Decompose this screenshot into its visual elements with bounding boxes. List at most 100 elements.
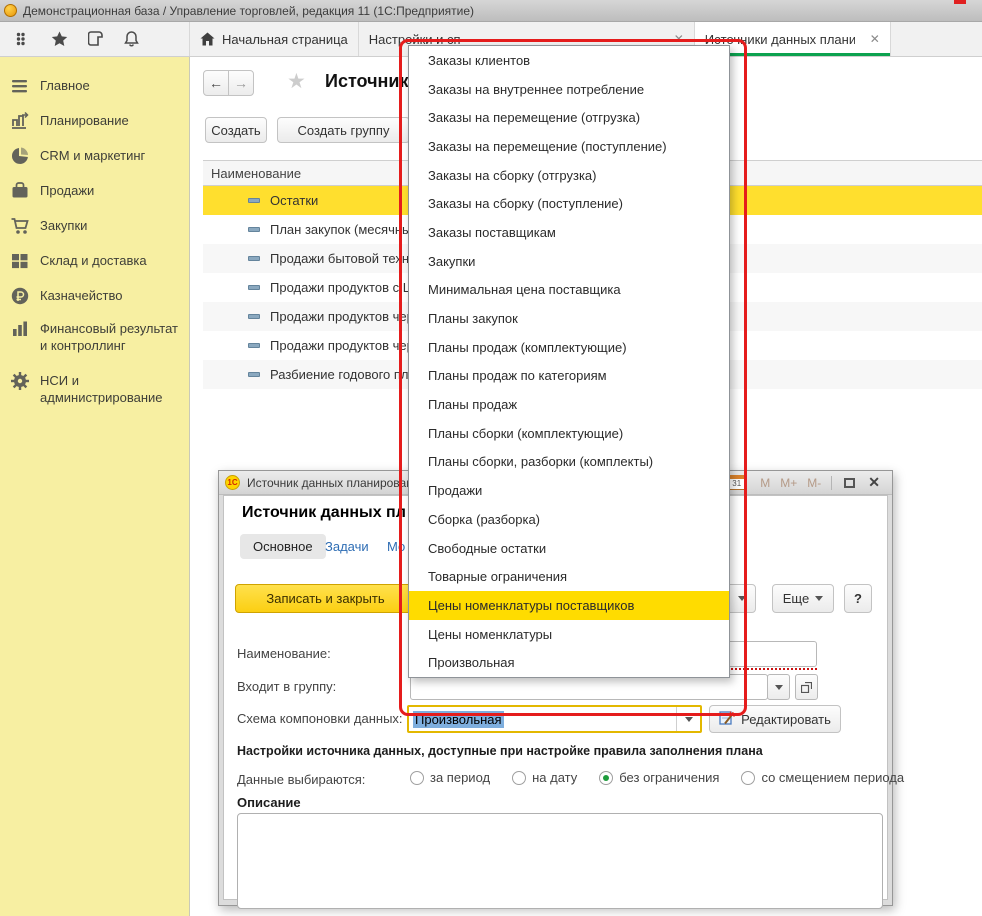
schema-combo[interactable]: Произвольная bbox=[407, 705, 702, 733]
data-source-dropdown-list: Заказы клиентов Заказы на внутреннее пот… bbox=[408, 45, 730, 678]
dropdown-item[interactable]: Планы сборки, разборки (комплекты) bbox=[409, 448, 729, 477]
split-button-arrow[interactable] bbox=[728, 584, 756, 613]
close-icon[interactable]: ✕ bbox=[868, 474, 880, 491]
favorite-star-icon[interactable]: ★ bbox=[287, 69, 306, 94]
dropdown-item[interactable]: Минимальная цена поставщика bbox=[409, 276, 729, 305]
dropdown-item[interactable]: Планы закупок bbox=[409, 304, 729, 333]
dropdown-item[interactable]: Товарные ограничения bbox=[409, 562, 729, 591]
tab-close-icon[interactable]: ✕ bbox=[674, 32, 684, 46]
dropdown-item[interactable]: Заказы на внутреннее потребление bbox=[409, 75, 729, 104]
favorites-star-icon[interactable] bbox=[50, 30, 68, 48]
sidebar-item-label: Главное bbox=[40, 77, 90, 94]
create-button[interactable]: Создать bbox=[205, 117, 267, 143]
memory-plus-button[interactable]: M+ bbox=[780, 476, 797, 490]
description-textarea[interactable] bbox=[237, 813, 883, 909]
sidebar-item-planning[interactable]: Планирование bbox=[10, 112, 182, 131]
dropdown-item[interactable]: Планы продаж bbox=[409, 390, 729, 419]
dropdown-item[interactable]: Продажи bbox=[409, 476, 729, 505]
open-window-icon bbox=[801, 682, 812, 693]
row-label: Продажи бытовой техни bbox=[270, 251, 416, 266]
quick-access-toolbar bbox=[0, 22, 190, 56]
dropdown-item[interactable]: Заказы на перемещение (отгрузка) bbox=[409, 103, 729, 132]
dropdown-item[interactable]: Планы продаж по категориям bbox=[409, 362, 729, 391]
list-element-icon bbox=[248, 343, 260, 348]
notifications-bell-icon[interactable] bbox=[122, 30, 140, 48]
dropdown-item[interactable]: Планы продаж (комплектующие) bbox=[409, 333, 729, 362]
list-element-icon bbox=[248, 285, 260, 290]
separator bbox=[831, 476, 832, 490]
maximize-icon[interactable] bbox=[844, 478, 855, 488]
sidebar-item-purchases[interactable]: Закупки bbox=[10, 217, 182, 236]
dropdown-item[interactable]: Произвольная bbox=[409, 648, 729, 677]
sidebar-item-label: Закупки bbox=[40, 217, 87, 234]
tab-main-chip[interactable]: Основное bbox=[240, 534, 326, 559]
group-dropdown-button[interactable] bbox=[767, 674, 790, 700]
application-window: Демонстрационная база / Управление торго… bbox=[0, 0, 982, 916]
chevron-down-icon bbox=[738, 596, 746, 601]
dropdown-item[interactable]: Закупки bbox=[409, 247, 729, 276]
dropdown-item[interactable]: Цены номенклатуры bbox=[409, 620, 729, 649]
chevron-down-icon bbox=[815, 596, 823, 601]
list-element-icon bbox=[248, 198, 260, 203]
sidebar-item-treasury[interactable]: Казначейство bbox=[10, 287, 182, 306]
row-label: Продажи продуктов чер bbox=[270, 338, 414, 353]
cart-icon bbox=[10, 216, 30, 236]
tab-close-icon[interactable]: ✕ bbox=[870, 32, 880, 46]
dropdown-item[interactable]: Заказы клиентов bbox=[409, 46, 729, 75]
dropdown-item-highlighted[interactable]: Цены номенклатуры поставщиков bbox=[409, 591, 729, 620]
more-button[interactable]: Еще bbox=[772, 584, 834, 613]
radio-za-period[interactable]: за период bbox=[410, 770, 490, 785]
sidebar: Главное Планирование CRM и маркетинг Про… bbox=[0, 57, 190, 916]
sidebar-item-sales[interactable]: Продажи bbox=[10, 182, 182, 201]
sidebar-item-label: Планирование bbox=[40, 112, 129, 129]
history-icon[interactable] bbox=[86, 30, 104, 48]
radio-label: за период bbox=[430, 770, 490, 785]
1c-logo-icon: 1С bbox=[225, 475, 240, 490]
chevron-down-icon bbox=[685, 717, 693, 722]
dropdown-item[interactable]: Заказы поставщикам bbox=[409, 218, 729, 247]
edit-schema-button[interactable]: Редактировать bbox=[709, 705, 841, 733]
help-button[interactable]: ? bbox=[844, 584, 872, 613]
schema-dropdown-button[interactable] bbox=[676, 707, 700, 731]
sidebar-item-crm[interactable]: CRM и маркетинг bbox=[10, 147, 182, 166]
pie-chart-icon bbox=[10, 146, 30, 166]
create-group-button[interactable]: Создать группу bbox=[277, 117, 410, 143]
sidebar-item-financial-result[interactable]: Финансовый результат и контроллинг bbox=[10, 320, 182, 354]
dropdown-item[interactable]: Заказы на сборку (поступление) bbox=[409, 189, 729, 218]
sidebar-item-main[interactable]: Главное bbox=[10, 77, 182, 96]
dropdown-item[interactable]: Заказы на сборку (отгрузка) bbox=[409, 161, 729, 190]
memory-minus-button[interactable]: M- bbox=[807, 476, 821, 490]
group-open-button[interactable] bbox=[795, 674, 818, 700]
tasks-link[interactable]: Задачи bbox=[325, 539, 369, 554]
radio-label: на дату bbox=[532, 770, 577, 785]
dialog-title: Источник данных планировани: bbox=[247, 476, 423, 490]
save-and-close-button[interactable]: Записать и закрыть bbox=[235, 584, 416, 613]
calendar-icon[interactable]: 31 bbox=[728, 475, 745, 490]
sidebar-item-label: Склад и доставка bbox=[40, 252, 147, 269]
dropdown-item[interactable]: Сборка (разборка) bbox=[409, 505, 729, 534]
more-nav-link[interactable]: Мо bbox=[387, 539, 405, 554]
tab-home[interactable]: Начальная страница bbox=[190, 22, 359, 56]
window-close-button[interactable] bbox=[954, 0, 966, 4]
menu-grid-icon[interactable] bbox=[14, 30, 32, 48]
list-element-icon bbox=[248, 372, 260, 377]
radio-icon bbox=[512, 771, 526, 785]
memory-button[interactable]: M bbox=[760, 476, 770, 490]
sidebar-item-admin[interactable]: НСИ и администрирование bbox=[10, 372, 182, 406]
radio-so-smeshcheniem[interactable]: со смещением периода bbox=[741, 770, 904, 785]
dropdown-item[interactable]: Свободные остатки bbox=[409, 534, 729, 563]
app-logo-icon bbox=[4, 4, 17, 17]
dropdown-item[interactable]: Заказы на перемещение (поступление) bbox=[409, 132, 729, 161]
radio-na-datu[interactable]: на дату bbox=[512, 770, 577, 785]
list-element-icon bbox=[248, 256, 260, 261]
dropdown-item[interactable]: Планы сборки (комплектующие) bbox=[409, 419, 729, 448]
sidebar-item-warehouse[interactable]: Склад и доставка bbox=[10, 252, 182, 271]
settings-section-header: Настройки источника данных, доступные пр… bbox=[237, 744, 763, 758]
forward-button[interactable]: → bbox=[228, 70, 254, 96]
radio-bez-ogranicheniya[interactable]: без ограничения bbox=[599, 770, 719, 785]
edit-wand-icon bbox=[719, 711, 735, 727]
row-label: Продажи продуктов с L bbox=[270, 280, 410, 295]
group-field-label: Входит в группу: bbox=[237, 679, 336, 694]
chevron-down-icon bbox=[775, 685, 783, 690]
back-button[interactable]: ← bbox=[203, 70, 229, 96]
